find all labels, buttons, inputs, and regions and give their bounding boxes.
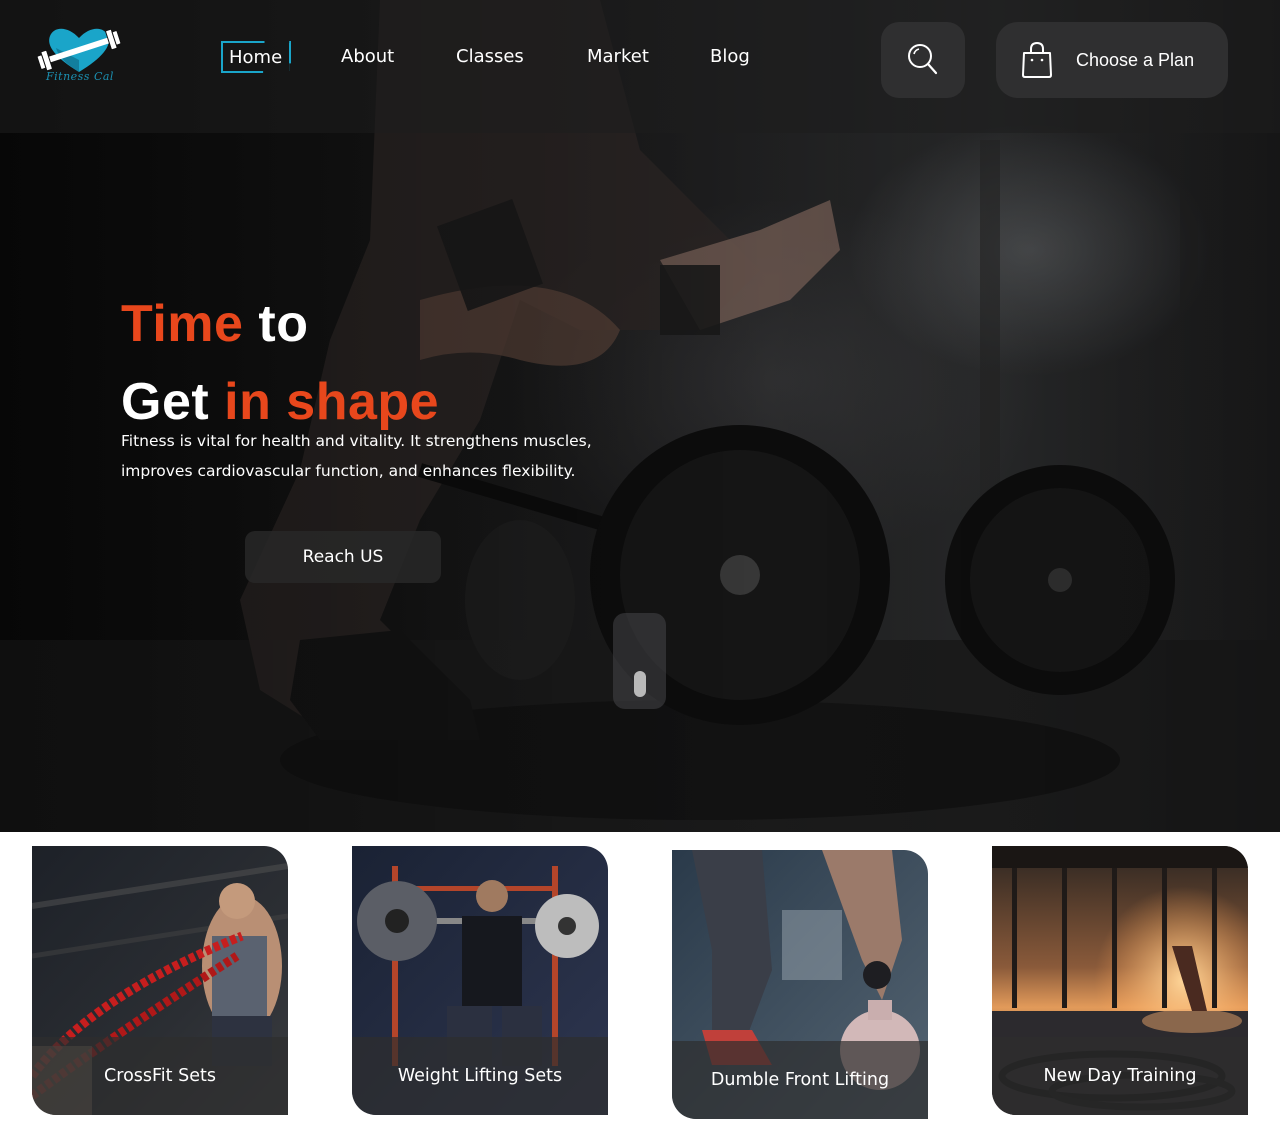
card-weight-lifting-sets[interactable]: Weight Lifting Sets xyxy=(352,846,608,1115)
card-new-day-training[interactable]: New Day Training xyxy=(992,846,1248,1115)
scroll-indicator[interactable] xyxy=(613,613,666,709)
nav-about[interactable]: About xyxy=(341,46,394,67)
card-crossfit-sets[interactable]: CrossFit Sets xyxy=(32,846,288,1115)
card-label: New Day Training xyxy=(992,1037,1248,1115)
choose-plan-label: Choose a Plan xyxy=(1076,49,1195,70)
nav-market[interactable]: Market xyxy=(587,46,649,67)
card-label: Weight Lifting Sets xyxy=(352,1037,608,1115)
search-button[interactable] xyxy=(881,22,965,98)
scroll-indicator-dot xyxy=(634,671,646,697)
hero-description: Fitness is vital for health and vitality… xyxy=(121,432,592,480)
hero-title-line1: Time to xyxy=(121,295,309,353)
shopping-bag-icon xyxy=(1022,41,1052,78)
nav-blog[interactable]: Blog xyxy=(710,46,750,67)
nav-home[interactable]: Home xyxy=(221,41,291,73)
card-dumble-front-lifting[interactable]: Dumble Front Lifting xyxy=(672,850,928,1119)
logo-text: Fitness Cal xyxy=(46,70,114,83)
search-icon xyxy=(908,44,938,75)
card-label: CrossFit Sets xyxy=(32,1037,288,1115)
navbar: Fitness Cal Home About Classes Market Bl… xyxy=(0,0,1280,133)
nav-classes[interactable]: Classes xyxy=(456,46,524,67)
card-label: Dumble Front Lifting xyxy=(672,1041,928,1119)
choose-plan-button[interactable]: Choose a Plan xyxy=(996,22,1228,98)
reach-us-button[interactable]: Reach US xyxy=(245,531,441,583)
hero-title-line2: Get in shape xyxy=(121,373,440,431)
